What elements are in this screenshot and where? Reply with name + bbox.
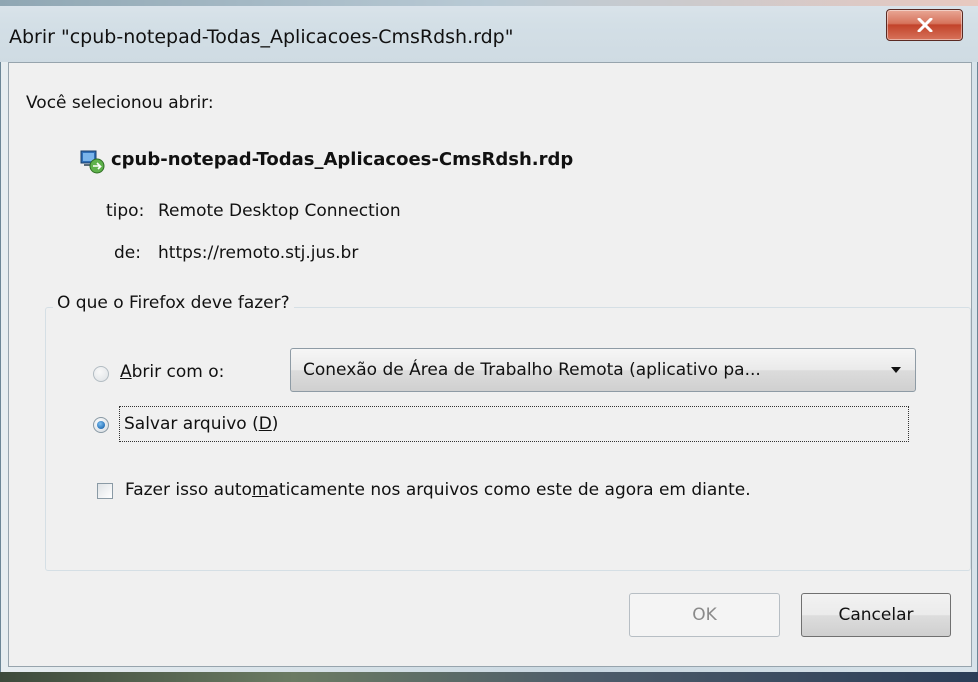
open-with-app-value: Conexão de Área de Trabalho Remota (apli… bbox=[303, 360, 761, 380]
file-source-label: de: bbox=[114, 243, 141, 263]
window-title: Abrir "cpub-notepad-Todas_Aplicacoes-Cms… bbox=[9, 26, 514, 48]
file-source-value: https://remoto.stj.jus.br bbox=[158, 243, 359, 263]
auto-action-label-suffix: aticamente nos arquivos como este de ago… bbox=[268, 480, 751, 500]
rdp-file-icon bbox=[80, 150, 105, 174]
auto-action-accesskey: m bbox=[251, 480, 269, 500]
open-with-label[interactable]: Abrir com o: bbox=[120, 362, 224, 382]
save-file-label-suffix: ) bbox=[271, 414, 279, 434]
file-type-label: tipo: bbox=[106, 201, 145, 221]
close-button[interactable] bbox=[886, 9, 963, 41]
auto-action-label[interactable]: Fazer isso automaticamente nos arquivos … bbox=[125, 480, 751, 500]
chevron-down-icon bbox=[891, 367, 901, 373]
open-with-app-select[interactable]: Conexão de Área de Trabalho Remota (apli… bbox=[290, 348, 916, 392]
open-with-radio[interactable] bbox=[93, 366, 109, 382]
save-file-label-prefix: Salvar arquivo ( bbox=[124, 414, 259, 434]
desktop-background-strip bbox=[0, 672, 978, 682]
open-with-label-text: brir com o: bbox=[131, 362, 225, 382]
save-file-accesskey: D bbox=[258, 414, 272, 434]
cancel-button[interactable]: Cancelar bbox=[801, 593, 951, 637]
auto-action-label-prefix: Fazer isso auto bbox=[125, 480, 252, 500]
save-file-label[interactable]: Salvar arquivo (D) bbox=[124, 414, 278, 434]
close-icon bbox=[917, 18, 932, 32]
auto-action-checkbox[interactable] bbox=[97, 483, 113, 499]
dialog-body: Você selecionou abrir: cpub-notepad-Toda… bbox=[8, 62, 972, 667]
action-group-legend: O que o Firefox deve fazer? bbox=[53, 293, 294, 313]
file-name: cpub-notepad-Todas_Aplicacoes-CmsRdsh.rd… bbox=[111, 149, 574, 170]
file-type-value: Remote Desktop Connection bbox=[158, 201, 401, 221]
save-file-radio[interactable] bbox=[93, 417, 109, 433]
title-bar[interactable]: Abrir "cpub-notepad-Todas_Aplicacoes-Cms… bbox=[0, 0, 978, 62]
open-with-accesskey: A bbox=[120, 362, 132, 382]
ok-button[interactable]: OK bbox=[629, 593, 780, 637]
intro-text: Você selecionou abrir: bbox=[26, 93, 214, 113]
title-bar-stripe bbox=[0, 0, 978, 6]
